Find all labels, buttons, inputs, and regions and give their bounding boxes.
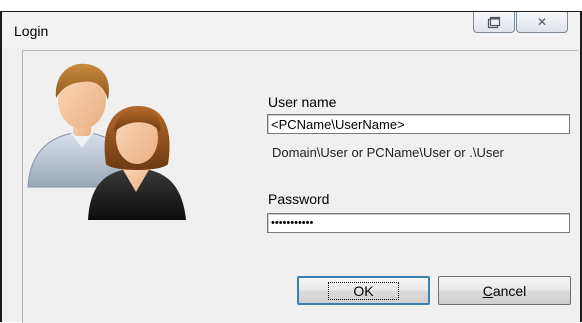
password-label: Password bbox=[268, 191, 330, 207]
restore-icon bbox=[487, 16, 501, 28]
close-icon: ✕ bbox=[536, 15, 548, 29]
close-button[interactable]: ✕ bbox=[516, 12, 568, 33]
ok-button-label: OK bbox=[328, 281, 399, 300]
cancel-button-label: Cancel bbox=[482, 282, 527, 299]
cancel-button[interactable]: Cancel bbox=[438, 276, 571, 305]
ok-button[interactable]: OK bbox=[297, 276, 430, 305]
window-title: Login bbox=[14, 23, 49, 39]
username-format-hint: Domain\User or PCName\User or .\User bbox=[272, 145, 504, 160]
restore-button[interactable] bbox=[473, 12, 515, 33]
password-input[interactable] bbox=[267, 213, 570, 233]
username-label: User name bbox=[268, 94, 337, 110]
login-dialog: Login ✕ User name <PCName\UserName> Doma… bbox=[2, 12, 580, 323]
username-input[interactable] bbox=[267, 114, 570, 134]
users-avatar-icon bbox=[27, 63, 186, 220]
title-bar[interactable]: Login ✕ bbox=[2, 12, 580, 48]
